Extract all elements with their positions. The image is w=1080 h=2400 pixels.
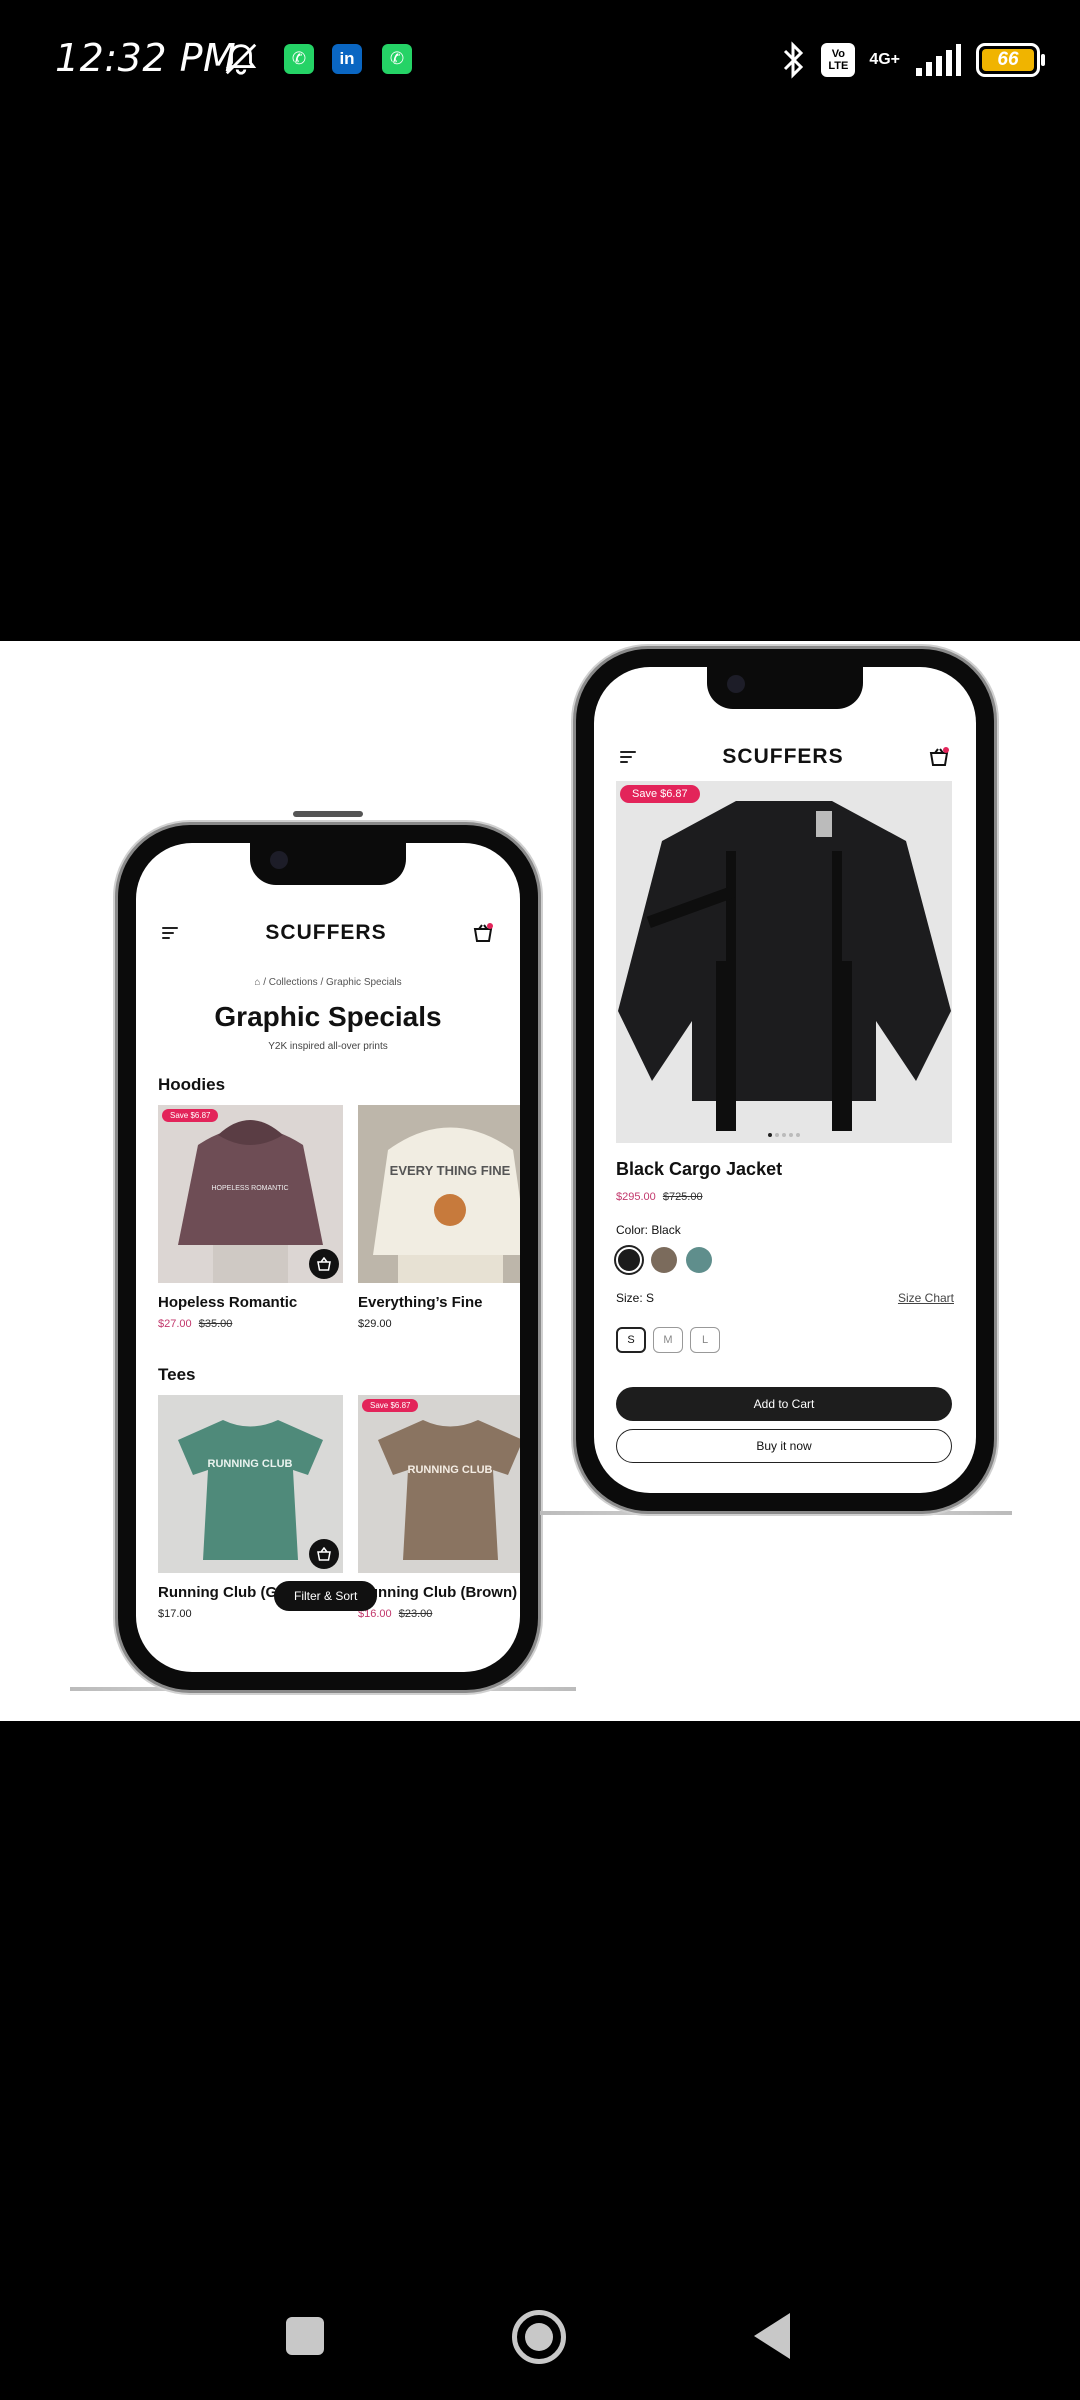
compare-price: $725.00 [662, 1191, 703, 1203]
section-title-tees: Tees [158, 1365, 196, 1384]
product-image[interactable]: RUNNING CLUB [158, 1395, 343, 1573]
menu-icon[interactable] [162, 924, 180, 942]
color-swatch-black[interactable] [616, 1247, 642, 1273]
hoodie-print-text: EVERY THING FINE [390, 1163, 511, 1178]
hoodie-photo: EVERY THING FINE [358, 1105, 520, 1283]
product-price: $295.00 $725.00 [616, 1191, 703, 1203]
product-price: $27.00 $35.00 [158, 1318, 343, 1330]
brand-logo[interactable]: SCUFFERS [722, 745, 843, 769]
recents-button[interactable] [286, 2317, 324, 2355]
showcase-image: SCUFFERS ⌂ / Collections / Graphic Speci… [0, 641, 1080, 1721]
header: SCUFFERS [594, 739, 976, 775]
product-gallery[interactable]: Save $6.87 [616, 781, 952, 1143]
breadcrumb-separator: / [320, 977, 324, 988]
page-title: Graphic Specials [214, 1001, 442, 1032]
sale-price: $27.00 [158, 1318, 192, 1330]
cart-icon[interactable] [472, 922, 494, 944]
battery-icon: 66 [976, 43, 1045, 77]
battery-level: 66 [997, 49, 1019, 70]
size-label: Size: S [616, 1291, 655, 1305]
tshirt-photo: RUNNING CLUB [358, 1395, 520, 1573]
linkedin-icon: in [332, 44, 362, 74]
system-nav-bar [0, 2280, 1080, 2390]
speaker [293, 811, 363, 817]
product-image[interactable]: HOPELESS ROMANTIC Save $6.87 [158, 1105, 343, 1283]
filter-sort-button[interactable]: Filter & Sort [274, 1581, 378, 1611]
quick-add-button[interactable] [309, 1539, 339, 1569]
breadcrumb-collections[interactable]: Collections [269, 977, 318, 988]
hoodie-print-text: HOPELESS ROMANTIC [211, 1185, 288, 1192]
size-chart-link[interactable]: Size Chart [898, 1291, 954, 1305]
notch [250, 843, 406, 885]
home-icon[interactable]: ⌂ [254, 977, 260, 988]
save-badge: Save $6.87 [162, 1109, 219, 1122]
phone-left: SCUFFERS ⌂ / Collections / Graphic Speci… [118, 811, 538, 1690]
page-subtitle: Y2K inspired all-over prints [268, 1041, 388, 1052]
tee-print-text: RUNNING CLUB [208, 1458, 293, 1470]
clock: 12:32 PM [55, 36, 237, 80]
whatsapp-icon: ✆ [284, 44, 314, 74]
sale-price: $295.00 [616, 1191, 656, 1203]
regular-price: $17.00 [158, 1608, 192, 1620]
basket-icon [317, 1257, 331, 1271]
tee-print-text: RUNNING CLUB [408, 1464, 493, 1476]
buy-now-button[interactable]: Buy it now [616, 1429, 952, 1463]
product-price: $29.00 [358, 1318, 520, 1330]
add-to-cart-button[interactable]: Add to Cart [616, 1387, 952, 1421]
volte-icon: Vo LTE [821, 43, 856, 77]
phone-left-screen: SCUFFERS ⌂ / Collections / Graphic Speci… [136, 843, 520, 1672]
quick-add-button[interactable] [309, 1249, 339, 1279]
product-name[interactable]: Hopeless Romantic [158, 1293, 343, 1312]
signal-icon [916, 44, 961, 76]
product-price: $16.00 $23.00 [358, 1608, 520, 1620]
product-name[interactable]: Everything’s Fine [358, 1293, 520, 1312]
carousel-dots[interactable] [768, 1133, 800, 1137]
compare-price: $23.00 [398, 1608, 433, 1620]
color-swatch-teal[interactable] [686, 1247, 712, 1273]
breadcrumb-current: Graphic Specials [326, 977, 402, 988]
product-image[interactable]: RUNNING CLUB Save $6.87 [358, 1395, 520, 1573]
product-card[interactable]: EVERY THING FINE Everything’s Fine $29.0… [358, 1105, 520, 1330]
breadcrumb-separator: / [263, 977, 266, 988]
phone-right: SCUFFERS Save $6.87 Black Cargo Jacket $… [576, 649, 994, 1511]
status-bar: 12:32 PM ✆ in ✆ Vo LTE 4G+ 66 [0, 0, 1080, 120]
color-swatch-brown[interactable] [651, 1247, 677, 1273]
product-card[interactable]: HOPELESS ROMANTIC Save $6.87 Hopeless Ro… [158, 1105, 343, 1330]
phone-right-screen: SCUFFERS Save $6.87 Black Cargo Jacket $… [594, 667, 976, 1493]
size-option-m[interactable]: M [653, 1327, 683, 1353]
breadcrumb: ⌂ / Collections / Graphic Specials [136, 977, 520, 988]
home-button[interactable] [512, 2310, 566, 2364]
product-title: Black Cargo Jacket [616, 1159, 783, 1179]
compare-price: $35.00 [198, 1318, 233, 1330]
phone-reflection [540, 1511, 1012, 1515]
size-option-s[interactable]: S [616, 1327, 646, 1353]
notch [707, 667, 863, 709]
save-badge: Save $6.87 [620, 785, 700, 803]
header: SCUFFERS [136, 913, 520, 953]
back-button[interactable] [754, 2313, 790, 2359]
network-type: 4G+ [869, 51, 900, 68]
brand-logo[interactable]: SCUFFERS [265, 921, 386, 945]
bluetooth-icon [784, 41, 804, 79]
section-title-hoodies: Hoodies [158, 1075, 226, 1094]
jacket-photo [616, 781, 952, 1143]
color-label: Color: Black [616, 1223, 681, 1237]
product-name[interactable]: Running Club (Brown) [358, 1583, 520, 1602]
bell-muted-icon [225, 43, 257, 75]
cart-icon[interactable] [928, 746, 950, 768]
menu-icon[interactable] [620, 748, 638, 766]
product-card[interactable]: RUNNING CLUB Save $6.87 Running Club (Br… [358, 1395, 520, 1620]
size-option-l[interactable]: L [690, 1327, 720, 1353]
whatsapp-icon: ✆ [382, 44, 412, 74]
regular-price: $29.00 [358, 1318, 392, 1330]
save-badge: Save $6.87 [362, 1399, 419, 1412]
product-image[interactable]: EVERY THING FINE [358, 1105, 520, 1283]
basket-icon [317, 1547, 331, 1561]
